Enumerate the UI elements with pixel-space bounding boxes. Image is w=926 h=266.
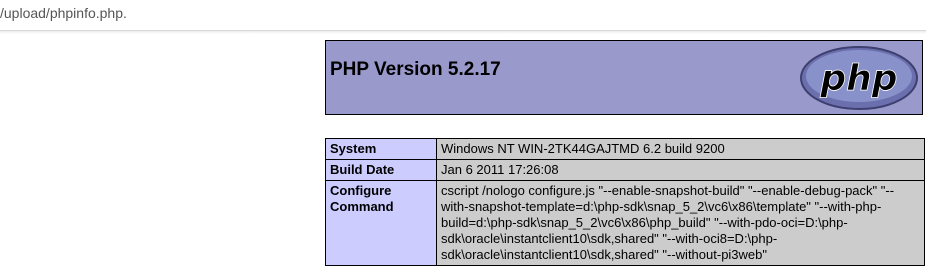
page-title: PHP Version 5.2.17: [330, 59, 501, 80]
address-bar-url[interactable]: /upload/phpinfo.php.: [0, 5, 127, 21]
php-logo-icon: php: [800, 46, 918, 110]
row-value: cscript /nologo configure.js "--enable-s…: [436, 180, 925, 266]
row-value: Jan 6 2011 17:26:08: [436, 159, 925, 181]
php-logo-text: php: [819, 58, 897, 99]
row-value: Windows NT WIN-2TK44GAJTMD 6.2 build 920…: [436, 138, 925, 160]
phpinfo-table: System Windows NT WIN-2TK44GAJTMD 6.2 bu…: [325, 138, 925, 266]
table-row: Build Date Jan 6 2011 17:26:08: [325, 159, 925, 181]
row-key: System: [325, 138, 437, 160]
row-key: Configure Command: [325, 180, 437, 266]
address-bar-divider: [0, 31, 926, 34]
table-row: System Windows NT WIN-2TK44GAJTMD 6.2 bu…: [325, 138, 925, 160]
phpinfo-header: PHP Version 5.2.17 php: [325, 40, 923, 115]
row-key: Build Date: [325, 159, 437, 181]
address-bar[interactable]: /upload/phpinfo.php.: [0, 0, 926, 31]
table-row: Configure Command cscript /nologo config…: [325, 180, 925, 266]
